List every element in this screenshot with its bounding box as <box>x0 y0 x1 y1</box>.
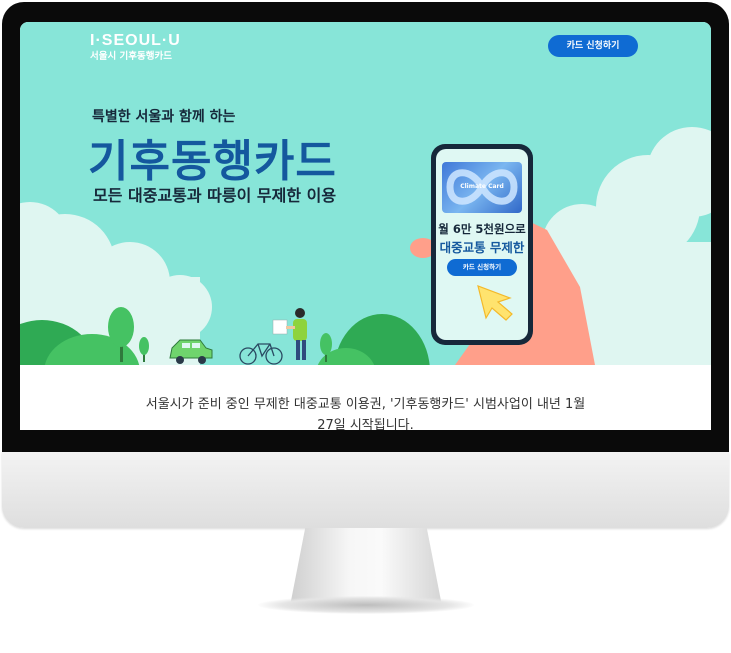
phone-mockup: Climate Card 월 6만 5천원으로 대중교통 무제한 카드 신청하기 <box>431 144 533 345</box>
card-label: Climate Card <box>460 183 504 190</box>
bicycle-icon <box>239 343 283 365</box>
phone-apply-button[interactable]: 카드 신청하기 <box>447 259 517 276</box>
hero-subtitle: 모든 대중교통과 따릉이 무제한 이용 <box>93 186 337 205</box>
phone-screen: Climate Card 월 6만 5천원으로 대중교통 무제한 카드 신청하기 <box>436 149 528 340</box>
hero-banner: I·SEOUL·U 서울시 기후동행카드 카드 신청하기 특별한 서울과 함께 … <box>20 22 711 365</box>
monitor-base-shadow <box>258 596 474 614</box>
browser-viewport[interactable]: I·SEOUL·U 서울시 기후동행카드 카드 신청하기 특별한 서울과 함께 … <box>20 22 711 430</box>
article-line-2: 27일 시작됩니다. <box>317 418 414 430</box>
climate-card-image: Climate Card <box>442 162 522 213</box>
price-text: 월 6만 5천원으로 <box>438 222 526 236</box>
unlimited-text: 대중교통 무제한 <box>439 240 525 255</box>
monitor-chin <box>2 452 729 528</box>
apply-card-button[interactable]: 카드 신청하기 <box>548 35 638 57</box>
article-intro: 서울시가 준비 중인 무제한 대중교통 이용권, '기후동행카드' 시범사업이 … <box>100 394 631 430</box>
person-icon <box>272 308 307 360</box>
logo-subtitle: 서울시 기후동행카드 <box>90 51 172 62</box>
cursor-arrow-icon <box>477 285 513 321</box>
article-line-1: 서울시가 준비 중인 무제한 대중교통 이용권, '기후동행카드' 시범사업이 … <box>145 397 586 412</box>
hero-eyebrow: 특별한 서울과 함께 하는 <box>92 109 236 125</box>
monitor-stand <box>290 528 442 606</box>
hero-title: 기후동행카드 <box>88 136 337 187</box>
